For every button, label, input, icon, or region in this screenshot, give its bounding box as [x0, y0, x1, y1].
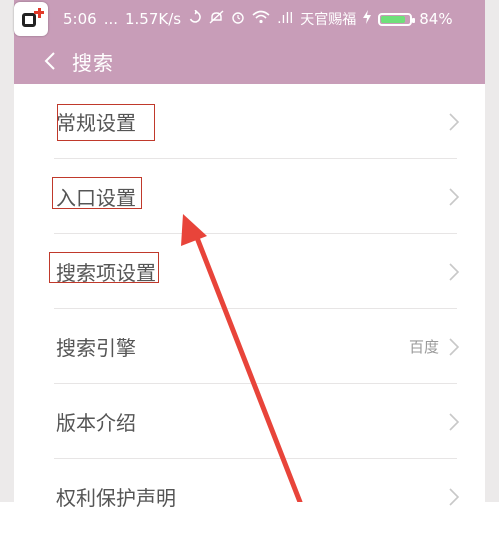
status-speed: 1.57K/s — [125, 10, 182, 28]
menu-item-label: 权利保护声明 — [56, 486, 176, 510]
right-bezel — [485, 0, 499, 502]
alarm-icon — [231, 10, 245, 28]
chevron-right-icon — [449, 112, 460, 131]
left-bezel — [0, 0, 14, 502]
chevron-left-icon[interactable] — [30, 38, 70, 84]
chevron-right-icon — [449, 412, 460, 431]
menu-item-label: 版本介绍 — [56, 411, 136, 435]
chevron-right-icon — [449, 337, 460, 356]
signal-icon: .ıll — [277, 11, 294, 27]
page-title: 搜索 — [72, 50, 114, 75]
chevron-right-icon — [449, 187, 460, 206]
status-bar: 5:06 ... 1.57K/s .ıll 天官赐福 84% — [14, 0, 485, 38]
notification-app-icon — [14, 2, 48, 36]
mute-icon — [209, 10, 224, 28]
chevron-right-icon — [449, 262, 460, 281]
battery-icon — [378, 12, 416, 26]
title-bar: 搜索 — [14, 38, 485, 84]
menu-item-rights-statement[interactable]: 权利保护声明 — [14, 459, 485, 534]
sync-icon — [188, 9, 202, 28]
wifi-icon — [252, 10, 270, 28]
menu-item-label: 搜索引擎 — [56, 336, 136, 360]
battery-percent: 84% — [419, 10, 453, 28]
menu-item-search-engine[interactable]: 搜索引擎 百度 — [14, 309, 485, 384]
carrier-name: 天官赐福 — [300, 12, 357, 28]
charging-icon — [363, 10, 372, 28]
highlight-box-general-settings — [57, 104, 155, 141]
highlight-box-search-item-settings — [49, 252, 159, 283]
chevron-right-icon — [449, 487, 460, 506]
settings-list: 常规设置 入口设置 搜索项设置 搜索引擎 百度 版本介绍 权利保护声明 — [14, 84, 485, 534]
status-dots: ... — [103, 10, 118, 28]
menu-item-value: 百度 — [408, 338, 439, 356]
menu-item-version-info[interactable]: 版本介绍 — [14, 384, 485, 459]
screenshot-frame: 5:06 ... 1.57K/s .ıll 天官赐福 84% 搜索 常规设置 入… — [0, 0, 499, 510]
highlight-box-entry-settings — [52, 177, 142, 209]
status-time: 5:06 — [63, 10, 97, 28]
